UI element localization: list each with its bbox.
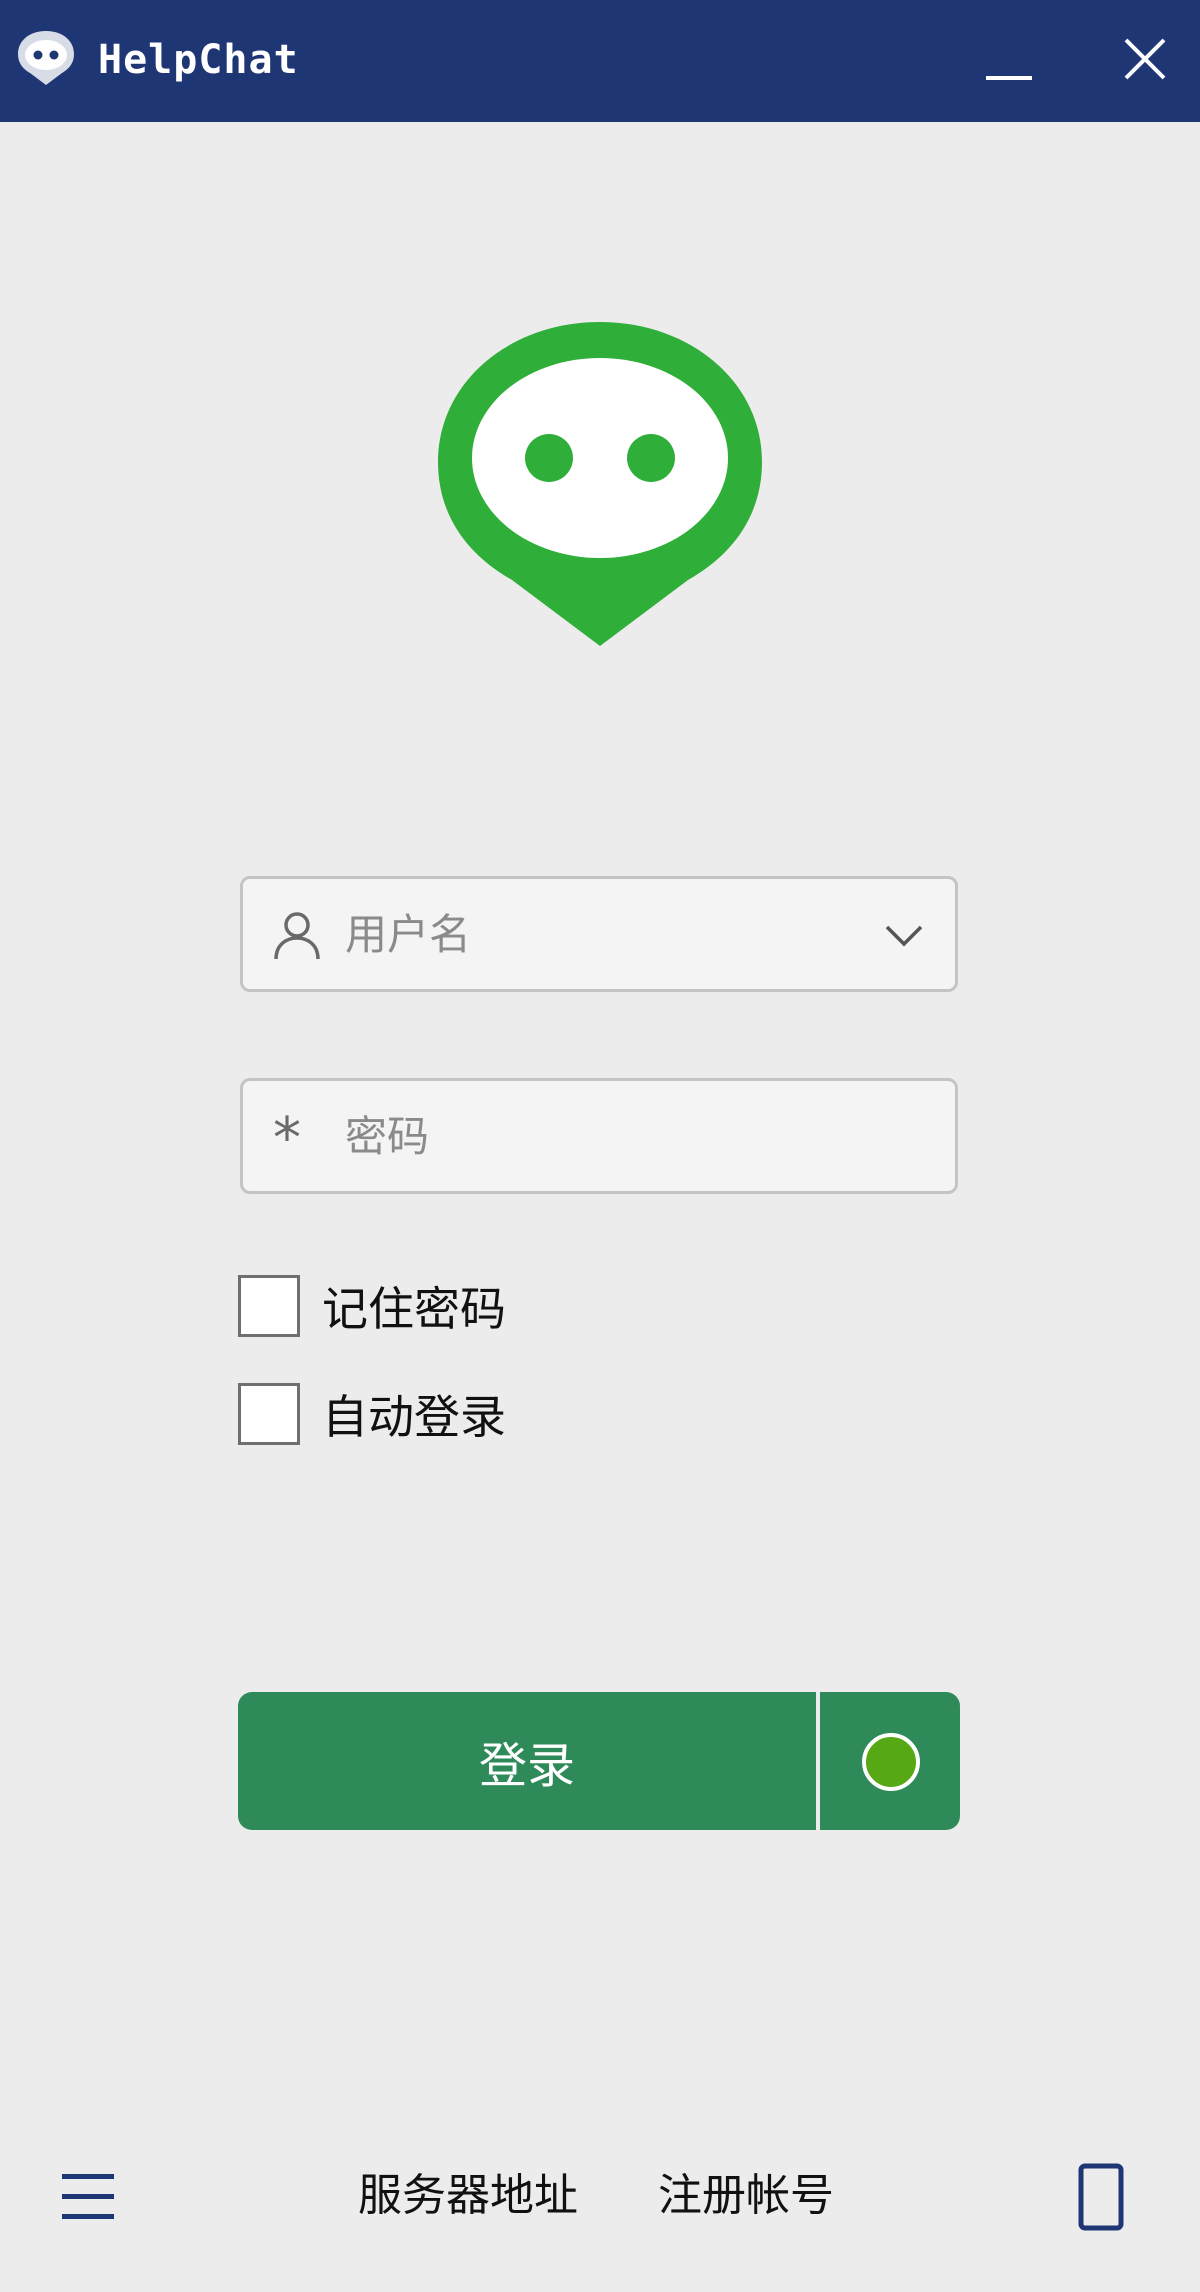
phone-button[interactable]: [1076, 2160, 1132, 2236]
password-input[interactable]: [345, 1099, 885, 1173]
auto-login-label: 自动登录: [322, 1390, 506, 1444]
register-account-link[interactable]: 注册帐号: [658, 2164, 834, 2228]
auto-login-option[interactable]: 自动登录: [238, 1380, 506, 1448]
username-field[interactable]: [240, 876, 958, 992]
remember-password-checkbox[interactable]: [238, 1275, 300, 1337]
close-icon: [1124, 38, 1166, 80]
close-button[interactable]: [1100, 18, 1190, 104]
user-icon: [274, 912, 320, 960]
login-button[interactable]: 登录: [238, 1692, 816, 1830]
menu-button[interactable]: [58, 2164, 124, 2230]
remember-password-option[interactable]: 记住密码: [238, 1272, 506, 1340]
minimize-icon: [986, 76, 1032, 80]
phone-icon: [1078, 2163, 1124, 2231]
hamburger-menu-icon: [62, 2174, 114, 2219]
online-status-button[interactable]: [820, 1692, 960, 1830]
minimize-button[interactable]: [964, 18, 1054, 104]
online-status-dot: [862, 1733, 920, 1791]
server-address-link[interactable]: 服务器地址: [358, 2164, 578, 2228]
asterisk-icon: *: [273, 1106, 301, 1171]
chevron-down-icon[interactable]: [879, 911, 929, 961]
app-icon: [18, 31, 74, 85]
helpchat-logo: [438, 322, 762, 646]
window-title: HelpChat: [98, 37, 299, 83]
auto-login-checkbox[interactable]: [238, 1383, 300, 1445]
login-window: HelpChat *: [0, 0, 1200, 2292]
username-input[interactable]: [345, 897, 885, 971]
title-bar[interactable]: HelpChat: [0, 0, 1200, 122]
remember-password-label: 记住密码: [322, 1282, 506, 1336]
password-field[interactable]: *: [240, 1078, 958, 1194]
